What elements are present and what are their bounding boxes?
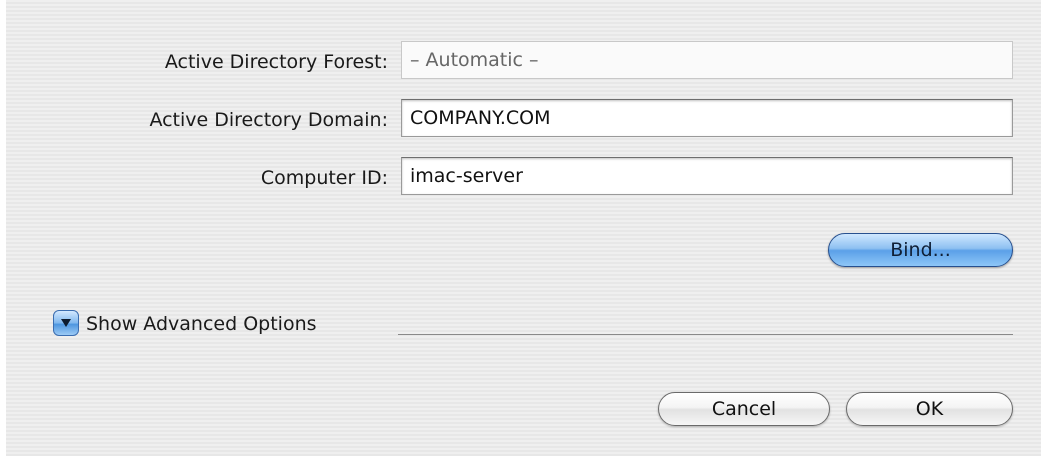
domain-label: Active Directory Domain:: [149, 109, 388, 131]
advanced-separator: [398, 334, 1013, 335]
forest-label: Active Directory Forest:: [164, 51, 388, 73]
disclosure-triangle-icon: [61, 319, 71, 327]
active-directory-dialog: Active Directory Forest: Active Director…: [6, 0, 1041, 456]
show-advanced-label[interactable]: Show Advanced Options: [86, 312, 317, 336]
domain-field[interactable]: [401, 99, 1013, 137]
cancel-button[interactable]: Cancel: [658, 392, 830, 426]
ok-button[interactable]: OK: [846, 392, 1013, 426]
bind-button[interactable]: Bind...: [828, 233, 1013, 267]
computer-id-field[interactable]: [401, 157, 1013, 195]
computer-id-label: Computer ID:: [260, 167, 388, 189]
forest-field[interactable]: [401, 41, 1013, 79]
show-advanced-toggle[interactable]: [53, 310, 79, 336]
